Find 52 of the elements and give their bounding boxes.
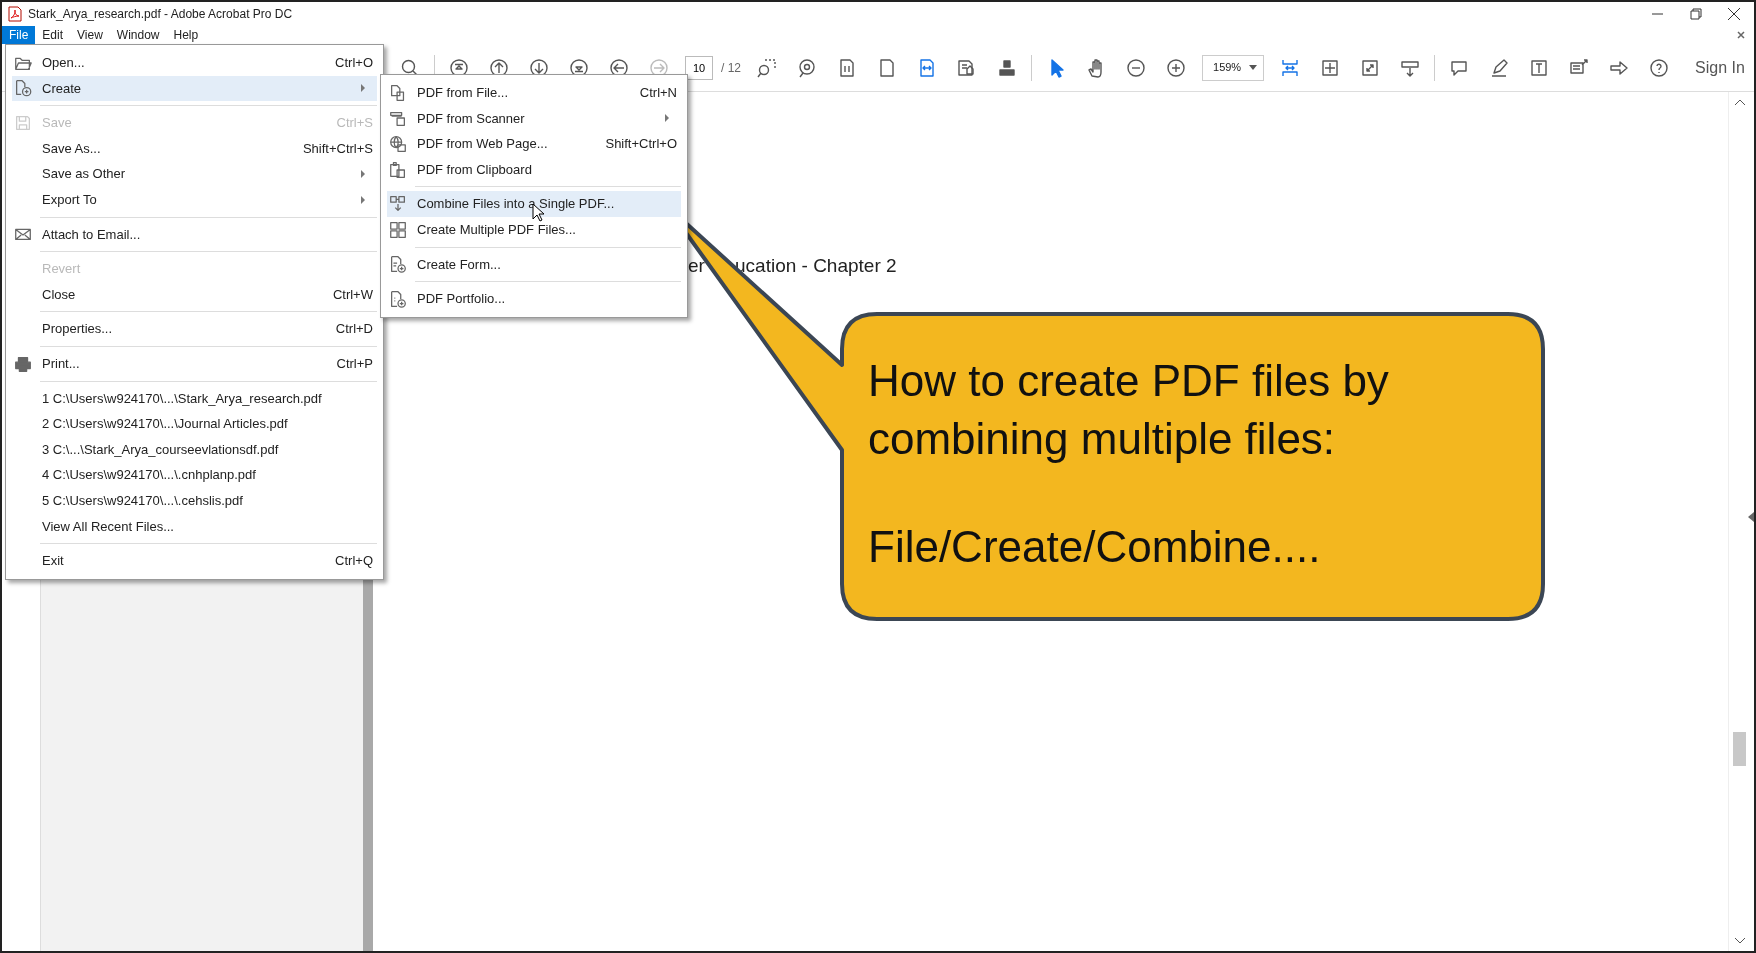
pdf-file-icon xyxy=(8,6,22,22)
menu-item[interactable]: Open... Ctrl+O xyxy=(12,50,377,76)
zoom-dropdown[interactable]: 159% xyxy=(1202,54,1264,81)
menu-item[interactable]: Create Multiple PDF Files... xyxy=(387,216,681,243)
submenu-arrow-icon xyxy=(359,195,367,204)
callout-text: File/Create/Combine.... xyxy=(868,521,1322,573)
menu-item[interactable]: PDF from Scanner xyxy=(387,105,681,132)
shortcut-label: Ctrl+W xyxy=(332,285,373,304)
document-heading: ucation - Chapter 2 xyxy=(735,254,897,278)
submenu-arrow-icon xyxy=(663,114,671,123)
menu-item[interactable]: PDF from Clipboard xyxy=(387,156,681,183)
shortcut-label: Ctrl+O xyxy=(335,54,373,73)
scrollbar-thumb[interactable] xyxy=(1733,732,1746,766)
menu-item[interactable]: Save As... Shift+Ctrl+S xyxy=(12,135,377,162)
menu-bar-item[interactable]: Window xyxy=(109,26,167,44)
page-number-field[interactable]: 10 xyxy=(685,55,713,80)
shortcut-label: Shift+Ctrl+S xyxy=(302,139,373,158)
menu-item[interactable]: PDF from Web Page... Shift+Ctrl+O xyxy=(387,131,681,157)
shortcut-label: Ctrl+D xyxy=(335,320,373,339)
shortcut-label: Ctrl+S xyxy=(336,114,373,133)
scroll-down-icon[interactable] xyxy=(1734,937,1746,945)
menu-item[interactable]: Export To xyxy=(12,186,377,213)
menu-item[interactable]: Close Ctrl+W xyxy=(12,281,377,308)
globe-icon xyxy=(387,134,409,154)
menu-bar-item[interactable]: Edit xyxy=(35,26,71,44)
menu-item[interactable]: 4 C:\Users\w924170\...\.cnhplanp.pdf xyxy=(12,462,377,488)
menu-bar-item[interactable]: View xyxy=(70,26,110,44)
menu-item[interactable]: PDF from File... Ctrl+N xyxy=(387,80,681,106)
menu-bar-item[interactable]: Help xyxy=(166,26,206,44)
shortcut-label: Shift+Ctrl+O xyxy=(605,135,677,154)
collapse-arrow-icon[interactable] xyxy=(1748,512,1754,522)
window-title: Stark_Arya_research.pdf - Adobe Acrobat Pro DC xyxy=(28,6,293,23)
close-icon[interactable] xyxy=(1736,30,1746,40)
menu-item[interactable]: 3 C:\...\Stark_Arya_courseevlationsdf.pdf xyxy=(12,436,377,463)
page-count: / 12 xyxy=(721,59,741,77)
sign-in-link[interactable]: Sign In xyxy=(1695,55,1745,80)
caret-icon xyxy=(1249,65,1257,70)
shortcut-label: Ctrl+P xyxy=(336,355,373,373)
menu-item[interactable]: 5 C:\Users\w924170\...\.cehslis.pdf xyxy=(12,487,377,514)
shortcut-label: Ctrl+N xyxy=(639,84,677,103)
callout-text: How to create PDF files by combining multiple files: xyxy=(868,355,1390,465)
grid-icon xyxy=(387,219,409,240)
menu-item[interactable]: View All Recent Files... xyxy=(12,513,377,540)
scroll-up-icon[interactable] xyxy=(1734,98,1746,106)
submenu-arrow-icon xyxy=(359,84,367,93)
shortcut-label: Ctrl+Q xyxy=(335,552,373,571)
document-heading: er xyxy=(688,254,705,278)
submenu-arrow-icon xyxy=(359,170,367,179)
menu-bar-item[interactable]: File xyxy=(2,26,36,44)
menu-item[interactable]: 2 C:\Users\w924170\...\Journal Articles.pdf xyxy=(12,411,377,437)
menu-item[interactable]: Save as Other xyxy=(12,161,377,187)
menu-item[interactable]: Create xyxy=(12,75,377,102)
